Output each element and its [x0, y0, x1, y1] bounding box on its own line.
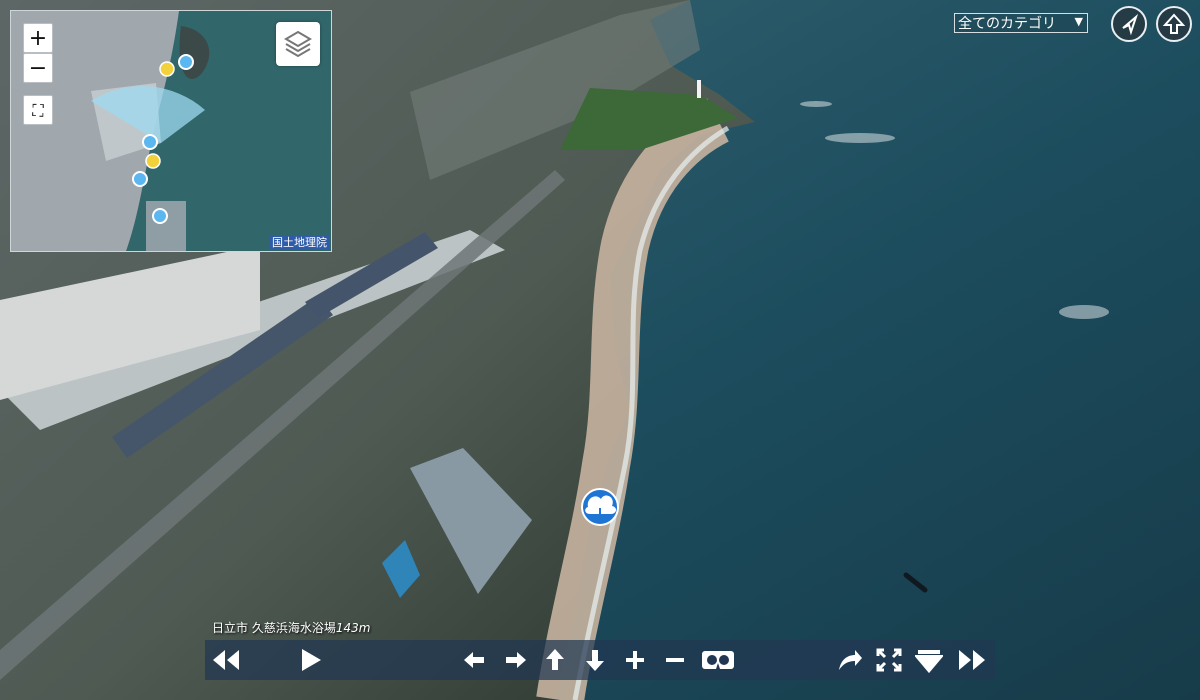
collapse-button[interactable]: [915, 647, 943, 673]
navigation-icon: [1122, 13, 1139, 36]
upload-button[interactable]: [1156, 6, 1192, 42]
pan-right-button[interactable]: [501, 647, 529, 673]
rewind-button[interactable]: [211, 647, 239, 673]
rewind-icon: [213, 650, 239, 670]
panorama-control-bar: [205, 640, 995, 680]
yellow-marker: [145, 153, 161, 169]
upload-icon: [1162, 13, 1186, 34]
vr-glasses-icon: [702, 651, 734, 669]
blue-marker: [178, 54, 194, 70]
plus-icon: [626, 651, 644, 669]
pan-up-button[interactable]: [541, 647, 569, 673]
collapse-icon: [915, 650, 943, 673]
fast-forward-button[interactable]: [957, 647, 985, 673]
pan-left-button[interactable]: [461, 647, 489, 673]
layers-icon: [284, 30, 312, 58]
location-caption: 日立市 久慈浜海水浴場143m: [212, 621, 371, 635]
navigation-button[interactable]: [1111, 6, 1147, 42]
arrow-right-icon: [506, 652, 526, 668]
vr-button[interactable]: [701, 647, 735, 673]
play-button[interactable]: [297, 647, 325, 673]
share-button[interactable]: [835, 647, 863, 673]
map-fullscreen-button[interactable]: ⛶: [23, 95, 53, 125]
zoom-out-button[interactable]: [661, 647, 689, 673]
layers-button[interactable]: [276, 22, 320, 66]
blue-marker: [152, 208, 168, 224]
cloud-marker-icon[interactable]: [581, 488, 619, 526]
blue-marker: [142, 134, 158, 150]
map-zoom-out-button[interactable]: −: [23, 53, 53, 83]
mini-map[interactable]: + − ⛶ 国土地理院: [10, 10, 332, 252]
map-zoom-in-button[interactable]: +: [23, 23, 53, 53]
category-select[interactable]: 全てのカテゴリ ▼: [954, 13, 1088, 33]
share-icon: [839, 650, 862, 670]
arrow-up-icon: [546, 649, 564, 670]
fast-forward-icon: [959, 650, 985, 670]
blue-marker: [132, 171, 148, 187]
zoom-in-button[interactable]: [621, 647, 649, 673]
yellow-marker: [159, 61, 175, 77]
play-icon: [302, 649, 321, 671]
pan-down-button[interactable]: [581, 647, 609, 673]
minus-icon: [666, 658, 684, 662]
fullscreen-icon: [876, 648, 902, 672]
fullscreen-button[interactable]: [875, 647, 903, 673]
map-credit: 国土地理院: [269, 236, 330, 250]
arrow-down-icon: [586, 650, 604, 671]
arrow-left-icon: [464, 652, 484, 668]
